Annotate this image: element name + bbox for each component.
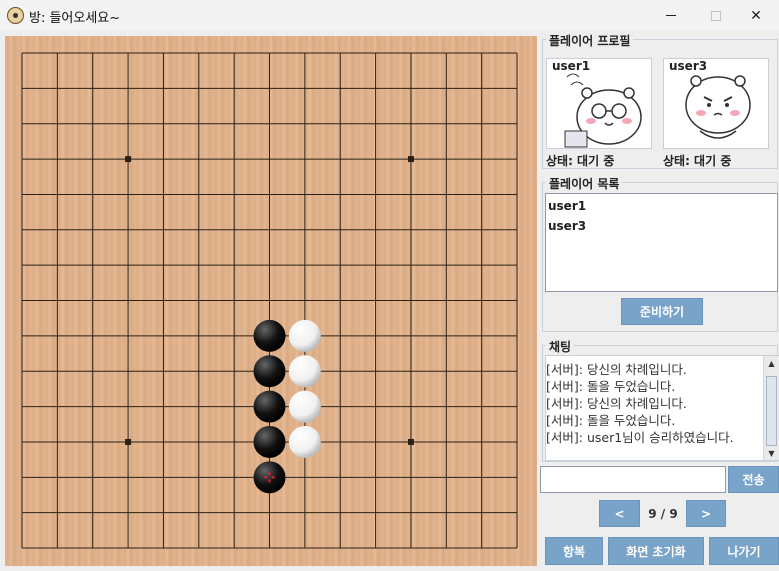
star-point	[125, 156, 132, 163]
minimize-button[interactable]	[648, 0, 694, 31]
black-stone	[253, 425, 286, 458]
chat-scrollbar[interactable]: ▲ ▼	[763, 356, 779, 460]
exit-button[interactable]: 나가기	[709, 537, 779, 565]
surrender-button[interactable]: 항복	[545, 537, 603, 565]
profile-section-title: 플레이어 프로필	[546, 32, 634, 49]
app-icon	[7, 7, 24, 24]
white-stone	[288, 425, 321, 458]
ready-button[interactable]: 준비하기	[621, 298, 703, 325]
player-list-section-title: 플레이어 목록	[546, 175, 623, 192]
black-stone	[253, 319, 286, 352]
star-point	[407, 156, 414, 163]
window-title: 방: 들어오세요~	[29, 11, 121, 26]
black-stone	[253, 461, 286, 494]
game-board[interactable]	[5, 36, 537, 566]
black-stone	[253, 355, 286, 388]
scroll-up-icon[interactable]: ▲	[764, 356, 779, 370]
scroll-thumb[interactable]	[766, 376, 777, 446]
white-stone	[288, 355, 321, 388]
scroll-down-icon[interactable]: ▼	[764, 446, 779, 460]
star-point	[407, 438, 414, 445]
white-stone	[288, 319, 321, 352]
list-item[interactable]: user3	[548, 219, 586, 233]
chat-log[interactable]: [서버]: 당신의 차례입니다. [서버]: 돌을 두었습니다. [서버]: 당…	[545, 355, 779, 461]
star-point	[125, 438, 132, 445]
list-item[interactable]: user1	[548, 199, 586, 213]
player-name: user3	[669, 59, 708, 73]
player-card-user3: user3	[663, 58, 769, 149]
title-bar: 방: 들어오세요~ ✕	[0, 0, 779, 31]
black-stone	[253, 390, 286, 423]
next-move-button[interactable]: >	[686, 500, 726, 527]
chat-section-title: 채팅	[546, 338, 575, 355]
player-status: 상태: 대기 중	[546, 154, 615, 168]
close-button[interactable]: ✕	[733, 0, 779, 31]
close-icon: ✕	[750, 7, 762, 24]
white-stone	[288, 390, 321, 423]
minimize-icon	[666, 15, 676, 16]
prev-move-button[interactable]: <	[599, 500, 640, 527]
send-button[interactable]: 전송	[728, 466, 779, 493]
player-name: user1	[552, 59, 591, 73]
reset-view-button[interactable]: 화면 초기화	[608, 537, 704, 565]
board-grid[interactable]	[5, 36, 537, 566]
maximize-icon	[711, 10, 721, 21]
chat-message: [서버]: user1님이 승리하였습니다.	[546, 430, 734, 445]
chat-input[interactable]	[540, 466, 726, 493]
player-card-user1: user1	[546, 58, 652, 149]
player-list[interactable]: user1 user3	[545, 193, 778, 292]
player-status: 상태: 대기 중	[663, 154, 732, 168]
move-counter: 9 / 9	[648, 507, 678, 521]
